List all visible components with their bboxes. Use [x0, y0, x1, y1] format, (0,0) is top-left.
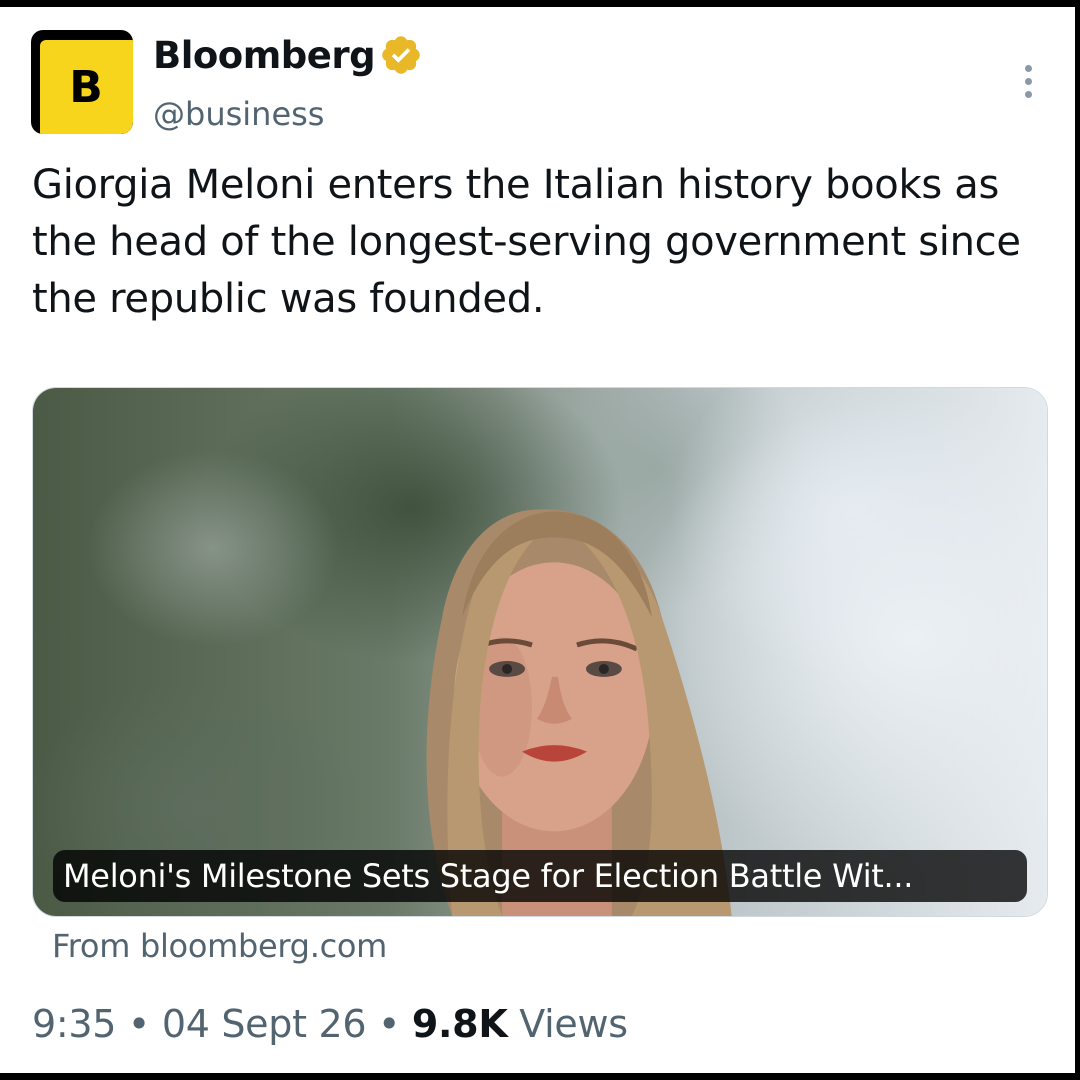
account-handle[interactable]: @business — [153, 95, 324, 133]
tweet-date[interactable]: 04 Sept 26 — [162, 1002, 367, 1046]
account-name-row: Bloomberg — [153, 31, 423, 79]
meta-separator: • — [127, 1002, 151, 1046]
link-card-title[interactable]: Meloni's Milestone Sets Stage for Electi… — [53, 850, 1027, 902]
views-label[interactable]: Views — [519, 1002, 628, 1046]
tweet-text: Giorgia Meloni enters the Italian histor… — [32, 162, 1021, 322]
tweet-time[interactable]: 9:35 — [32, 1002, 116, 1046]
account-avatar[interactable]: B — [31, 30, 133, 134]
meta-separator: • — [378, 1002, 401, 1046]
link-preview-card[interactable]: Meloni's Milestone Sets Stage for Electi… — [32, 387, 1048, 917]
dot — [1024, 78, 1032, 85]
card-photo-portrait — [426, 509, 732, 916]
dot — [1024, 91, 1032, 98]
account-name[interactable]: Bloomberg — [153, 34, 376, 77]
verified-badge-icon[interactable] — [379, 33, 423, 77]
tweet-metadata: 9:35 • 04 Sept 26 • 9.8K Views — [32, 1002, 628, 1046]
dot — [1024, 65, 1032, 72]
avatar-letter: B — [69, 61, 103, 113]
tweet-card: B Bloomberg @business Giorgia Meloni ent… — [0, 7, 1075, 1073]
more-options-icon[interactable] — [1014, 65, 1042, 101]
link-card-source[interactable]: From bloomberg.com — [52, 927, 387, 965]
views-count[interactable]: 9.8K — [412, 1002, 508, 1046]
